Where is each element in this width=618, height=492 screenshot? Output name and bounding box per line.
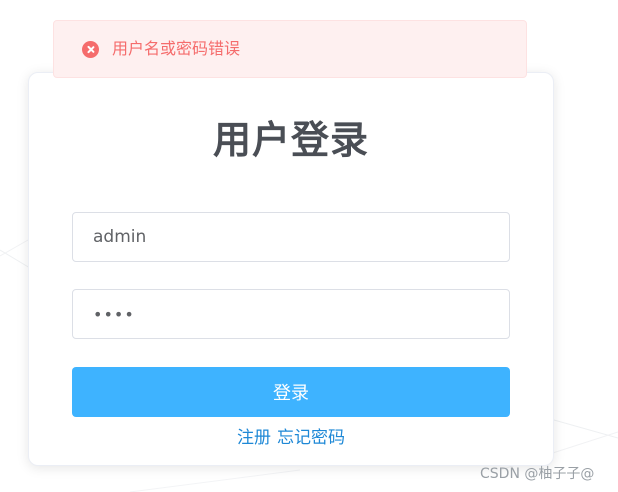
login-button[interactable]: 登录 [72, 367, 510, 417]
register-link[interactable]: 注册 [237, 428, 271, 448]
password-input[interactable] [73, 290, 509, 338]
page-title: 用户登录 [212, 118, 369, 162]
password-field [72, 289, 510, 339]
close-circle-icon [82, 40, 99, 58]
username-field [72, 212, 510, 262]
forgot-password-link[interactable]: 忘记密码 [277, 428, 345, 448]
login-card: 用户登录 登录 注册忘记密码 [28, 72, 554, 466]
watermark: CSDN @柚子子@ [480, 466, 595, 482]
error-alert: 用户名或密码错误 [53, 20, 527, 78]
auth-links: 注册 忘记密码 [29, 427, 553, 449]
username-input[interactable] [73, 213, 509, 261]
error-message: 用户名或密码错误 [112, 39, 241, 58]
